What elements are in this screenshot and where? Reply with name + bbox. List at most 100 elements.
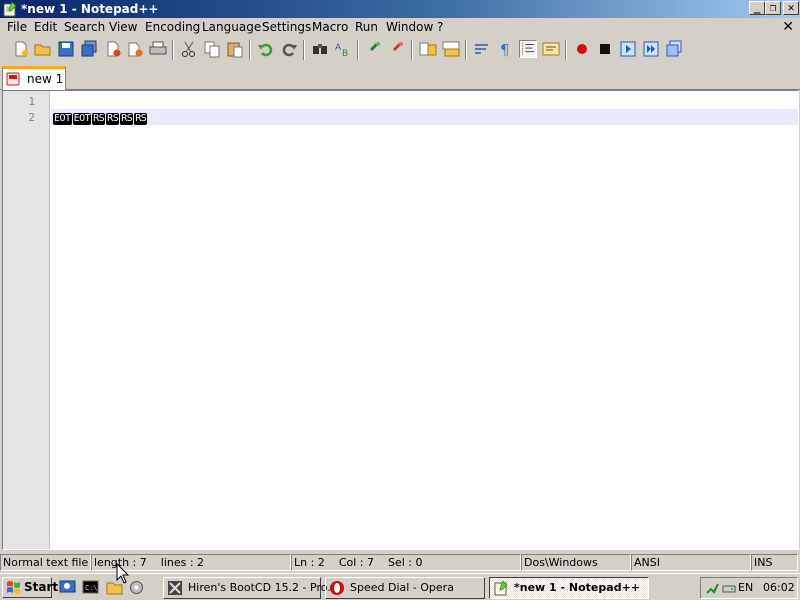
run-macro-multiple-icon[interactable] — [642, 40, 660, 58]
toolbar-separator — [565, 40, 567, 60]
new-file-icon[interactable] — [12, 40, 30, 58]
toolbar-separator — [411, 40, 413, 60]
status-sel: Sel : 0 — [387, 556, 423, 569]
window-title: *new 1 - Notepad++ — [21, 2, 159, 16]
mouse-cursor-icon — [116, 563, 130, 584]
toolbar-separator — [172, 40, 174, 60]
save-icon[interactable] — [57, 40, 75, 58]
task-notepadpp[interactable]: *new 1 - Notepad++ — [489, 577, 649, 599]
notepadpp-icon — [494, 580, 508, 596]
sync-horizontal-icon[interactable] — [442, 40, 460, 58]
command-prompt-icon[interactable]: C:\ — [82, 579, 99, 596]
status-insert-mode: INS — [751, 554, 798, 571]
opera-icon — [330, 581, 344, 595]
code-line[interactable]: EOT EOT RS RS RS RS — [53, 110, 148, 125]
title-bar[interactable]: *new 1 - Notepad++ _ ❐ ✕ — [0, 0, 800, 18]
stop-record-icon[interactable] — [596, 40, 614, 58]
control-char-token: EOT — [53, 113, 72, 125]
menu-language[interactable]: Language — [202, 20, 261, 35]
task-opera-speed-dial[interactable]: Speed Dial - Opera — [325, 577, 485, 599]
save-macro-icon[interactable] — [665, 40, 683, 58]
svg-text:B: B — [342, 49, 348, 58]
status-col: Col : 7 — [338, 556, 374, 569]
task-label: Hiren's BootCD 15.2 - Pro... — [188, 581, 338, 594]
network-icon[interactable] — [705, 581, 719, 595]
paste-icon[interactable] — [226, 40, 244, 58]
control-char-token: EOT — [72, 113, 92, 125]
playback-macro-icon[interactable] — [619, 40, 637, 58]
current-line-highlight — [51, 109, 798, 125]
tab-bar: new 1 — [0, 66, 800, 90]
zoom-out-icon[interactable] — [388, 40, 406, 58]
line-number: 2 — [28, 111, 35, 124]
control-char-token: RS — [134, 113, 148, 125]
line-number-gutter[interactable]: 1 2 — [3, 91, 50, 549]
line-number: 1 — [28, 95, 35, 108]
menu-search[interactable]: Search — [64, 20, 105, 35]
tray-language[interactable]: EN — [738, 581, 753, 595]
menu-file[interactable]: File — [7, 20, 27, 35]
drive-icon[interactable] — [722, 581, 736, 595]
status-cursor-position: Ln : 2 Col : 7 Sel : 0 — [291, 554, 521, 571]
open-file-icon[interactable] — [34, 40, 52, 58]
menu-view[interactable]: View — [109, 20, 137, 35]
menu-help[interactable]: ? — [437, 20, 443, 35]
task-hirens-bootcd[interactable]: Hiren's BootCD 15.2 - Pro... — [163, 577, 338, 599]
control-char-token: RS — [106, 113, 120, 125]
media-icon[interactable] — [128, 579, 145, 596]
redo-icon[interactable] — [280, 40, 298, 58]
close-window-button[interactable]: ✕ — [783, 1, 799, 15]
menu-window[interactable]: Window — [386, 20, 433, 35]
zoom-in-icon[interactable] — [365, 40, 383, 58]
copy-icon[interactable] — [203, 40, 221, 58]
tab-label: new 1 — [27, 72, 64, 86]
tray-clock[interactable]: 06:02 — [763, 581, 795, 595]
menu-encoding[interactable]: Encoding — [145, 20, 200, 35]
toolbar-separator — [249, 40, 251, 60]
control-char-token: RS — [120, 113, 134, 125]
save-all-icon[interactable] — [80, 40, 98, 58]
toolbar: AB ¶ — [0, 37, 800, 63]
toolbar-separator — [303, 40, 305, 60]
tab-new-1[interactable]: new 1 — [2, 66, 66, 90]
status-lines: lines : 2 — [160, 556, 205, 569]
status-encoding: ANSI — [631, 554, 751, 571]
menu-edit[interactable]: Edit — [34, 20, 57, 35]
unsaved-file-icon — [6, 72, 20, 86]
menu-run[interactable]: Run — [355, 20, 378, 35]
show-desktop-icon[interactable] — [59, 579, 76, 596]
indent-guide-icon[interactable] — [519, 40, 537, 58]
menu-macro[interactable]: Macro — [312, 20, 348, 35]
hbcd-icon — [168, 581, 182, 595]
toolbar-separator — [465, 40, 467, 60]
toolbar-separator — [357, 40, 359, 60]
menu-settings[interactable]: Settings — [262, 20, 311, 35]
close-document-button[interactable]: ✕ — [782, 18, 794, 36]
editor-area[interactable]: 1 2 EOT EOT RS RS RS RS — [2, 90, 799, 550]
start-button[interactable]: Start — [2, 577, 58, 598]
task-label: *new 1 - Notepad++ — [514, 581, 641, 594]
show-all-chars-icon[interactable]: ¶ — [496, 40, 514, 58]
cut-icon[interactable] — [180, 40, 198, 58]
word-wrap-icon[interactable] — [473, 40, 491, 58]
menu-bar: File Edit Search View Encoding Language … — [0, 18, 800, 37]
sync-vertical-icon[interactable] — [419, 40, 437, 58]
control-char-token: RS — [92, 113, 106, 125]
status-eol-format: Dos\Windows — [521, 554, 631, 571]
minimize-button[interactable]: _ — [749, 1, 765, 15]
status-ln: Ln : 2 — [294, 556, 325, 569]
svg-text:¶: ¶ — [500, 41, 510, 58]
find-icon[interactable] — [311, 40, 329, 58]
status-file-type: Normal text file — [0, 554, 91, 571]
task-label: Speed Dial - Opera — [350, 581, 454, 594]
close-icon[interactable] — [104, 40, 122, 58]
record-macro-icon[interactable] — [573, 40, 591, 58]
svg-text:C:\: C:\ — [85, 584, 98, 592]
replace-icon[interactable]: AB — [334, 40, 352, 58]
notepadpp-app-icon — [3, 1, 17, 17]
close-all-icon[interactable] — [127, 40, 145, 58]
restore-button[interactable]: ❐ — [765, 1, 781, 15]
undo-icon[interactable] — [257, 40, 275, 58]
print-icon[interactable] — [149, 40, 167, 58]
user-lang-icon[interactable] — [542, 40, 560, 58]
